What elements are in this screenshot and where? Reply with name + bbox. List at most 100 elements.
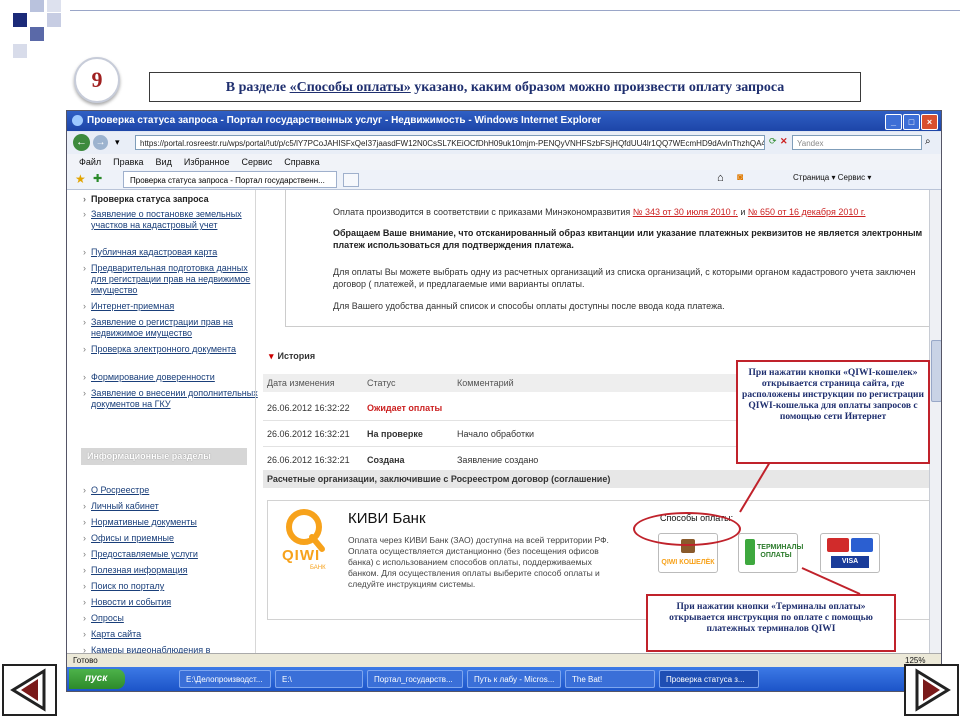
info-item[interactable]: Полезная информация xyxy=(83,565,261,576)
minimize-icon[interactable]: _ xyxy=(885,114,902,130)
maestro-icon xyxy=(851,538,873,552)
heading-prefix: В разделе xyxy=(225,80,290,95)
info-item[interactable]: Новости и события xyxy=(83,597,261,608)
callout-pointer-icon xyxy=(801,567,861,595)
info-item[interactable]: Нормативные документы xyxy=(83,517,261,528)
history-title: История xyxy=(277,351,316,361)
search-input[interactable]: Yandex xyxy=(792,135,922,150)
nav-item[interactable]: Проверка электронного документа xyxy=(83,344,261,355)
address-bar: ← → ▾ https://portal.rosreestr.ru/wps/po… xyxy=(67,132,941,154)
vertical-scrollbar[interactable] xyxy=(929,190,941,653)
info-item[interactable]: Офисы и приемные xyxy=(83,533,261,544)
menu-item[interactable]: Избранное xyxy=(184,157,230,167)
forward-arrow-icon[interactable]: → xyxy=(93,135,108,150)
decor-square xyxy=(13,13,27,27)
info-item[interactable]: Предоставляемые услуги xyxy=(83,549,261,560)
recent-pages-icon[interactable]: ▾ xyxy=(115,137,120,148)
order-650-link[interactable]: № 650 от 16 декабря 2010 г. xyxy=(748,207,866,217)
row-date: 26.06.2012 16:32:21 xyxy=(267,429,350,439)
taskbar-item[interactable]: The Bat! xyxy=(565,670,655,688)
bank-name: КИВИ Банк xyxy=(348,510,426,527)
nav-item-status[interactable]: Проверка статуса запроса xyxy=(83,194,261,205)
slide-number: 9 xyxy=(74,57,120,103)
slide-heading: В разделе «Способы оплаты» указано, каки… xyxy=(149,72,861,102)
taskbar-item[interactable]: Путь к лабу - Micros... xyxy=(467,670,561,688)
scroll-thumb[interactable] xyxy=(931,340,941,402)
info-section-header: Информационные разделы xyxy=(81,448,247,465)
info-item[interactable]: Поиск по порталу xyxy=(83,581,261,592)
next-slide-button[interactable] xyxy=(904,664,959,716)
row-date: 26.06.2012 16:32:22 xyxy=(267,403,350,413)
browser-tab[interactable]: Проверка статуса запроса - Портал госуда… xyxy=(123,171,337,188)
favorites-star-icon[interactable]: ★ xyxy=(75,172,86,186)
home-icon[interactable]: ⌂ xyxy=(717,172,724,184)
nav-item[interactable]: Заявление о регистрации прав на недвижим… xyxy=(83,317,261,339)
terminals-button[interactable]: ТЕРМИНАЛЫ ОПЛАТЫ xyxy=(738,533,803,573)
nav-item[interactable]: Публичная кадастровая карта xyxy=(83,247,261,258)
decor-square xyxy=(13,44,27,58)
refresh-icon[interactable]: ⟳ xyxy=(769,136,777,147)
choose-org-text: Для оплаты Вы можете выбрать одну из рас… xyxy=(333,267,916,289)
nav-item[interactable]: Формирование доверенности xyxy=(83,372,261,383)
nav-item[interactable]: Заявление о внесении дополнительных доку… xyxy=(83,388,261,410)
feeds-icon[interactable]: ◙ xyxy=(737,172,743,183)
order-343-link[interactable]: № 343 от 30 июля 2010 г. xyxy=(633,207,738,217)
url-input[interactable]: https://portal.rosreestr.ru/wps/portal/!… xyxy=(135,135,765,150)
nav-item[interactable]: Заявление о постановке земельных участко… xyxy=(83,209,261,231)
start-button[interactable]: пуск xyxy=(69,669,125,689)
taskbar-item[interactable]: E:\Делопроизводст... xyxy=(179,670,271,688)
title-bar: Проверка статуса запроса - Портал госуда… xyxy=(67,111,941,131)
info-item[interactable]: Личный кабинет xyxy=(83,501,261,512)
row-date: 26.06.2012 16:32:21 xyxy=(267,455,350,465)
decor-square xyxy=(47,0,61,12)
taskbar-item[interactable]: E:\ xyxy=(275,670,363,688)
col-status: Статус xyxy=(367,378,396,388)
maximize-icon[interactable]: □ xyxy=(903,114,920,130)
p1-mid: и xyxy=(737,207,748,217)
menu-item[interactable]: Файл xyxy=(79,157,101,167)
heading-suffix: указано, каким образом можно произвести … xyxy=(410,80,785,95)
menu-item[interactable]: Справка xyxy=(284,157,319,167)
right-arrow-icon xyxy=(915,668,951,712)
add-favorite-icon[interactable]: ✚ xyxy=(93,172,102,185)
col-comment: Комментарий xyxy=(457,378,514,388)
left-arrow-icon xyxy=(10,668,46,712)
organizations-header: Расчетные организации, заключившие с Рос… xyxy=(263,470,929,488)
nav-item[interactable]: Интернет-приемная xyxy=(83,301,261,312)
decor-line xyxy=(70,10,960,11)
convenience-text: Для Вашего удобства данный список и спос… xyxy=(333,301,725,311)
new-tab-icon[interactable] xyxy=(343,173,359,187)
col-date: Дата изменения xyxy=(267,378,335,388)
payment-methods-highlight xyxy=(633,512,741,546)
stop-icon[interactable]: ✕ xyxy=(780,136,788,147)
info-item[interactable]: Опросы xyxy=(83,613,261,624)
menu-item[interactable]: Сервис xyxy=(241,157,272,167)
taskbar-item[interactable]: Портал_государств... xyxy=(367,670,463,688)
search-icon[interactable]: ⌕ xyxy=(925,136,931,147)
favorites-bar: ★ ✚ Проверка статуса запроса - Портал го… xyxy=(67,170,941,190)
info-item[interactable]: Карта сайта xyxy=(83,629,261,640)
decor-square xyxy=(30,27,44,41)
info-item[interactable]: О Росреестре xyxy=(83,485,261,496)
terminals-annotation: При нажатии кнопки «Терминалы оплаты» от… xyxy=(646,594,896,652)
p1-prefix: Оплата производится в соответствии с при… xyxy=(333,207,633,217)
decor-square xyxy=(47,13,61,27)
terminal-icon xyxy=(745,539,755,565)
menu-item[interactable]: Вид xyxy=(156,157,172,167)
info-item[interactable]: Камеры видеонаблюдения в xyxy=(83,645,261,653)
heading-link: «Способы оплаты» xyxy=(289,80,411,95)
decor-square xyxy=(30,0,44,12)
back-arrow-icon[interactable]: ← xyxy=(73,134,90,151)
previous-slide-button[interactable] xyxy=(2,664,57,716)
page-tools-menu[interactable]: Страница ▾ Сервис ▾ xyxy=(793,173,871,182)
qiwi-logo-sub: БАНК xyxy=(310,565,326,571)
menu-item[interactable]: Правка xyxy=(113,157,143,167)
taskbar-item-active[interactable]: Проверка статуса з... xyxy=(659,670,759,688)
warning-text: Обращаем Ваше внимание, что отсканирован… xyxy=(333,228,923,250)
close-icon[interactable]: × xyxy=(921,114,938,130)
mastercard-icon xyxy=(827,538,849,552)
nav-item[interactable]: Предварительная подготовка данных для ре… xyxy=(83,263,261,296)
qiwi-logo-text: QIWI xyxy=(282,547,321,564)
ie-icon xyxy=(72,115,83,126)
collapse-arrow-icon[interactable]: ▾ xyxy=(269,351,274,361)
